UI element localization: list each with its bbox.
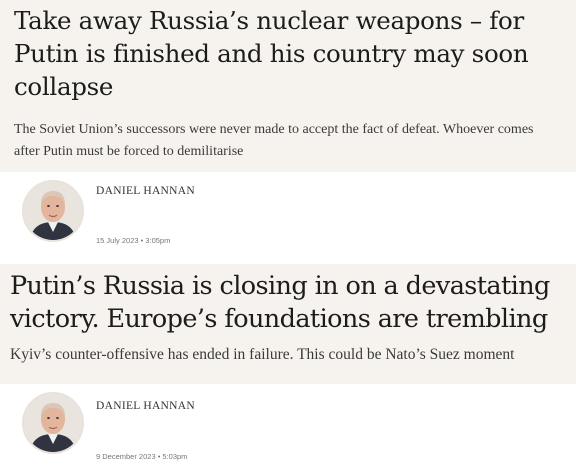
headline[interactable]: Putin’s Russia is closing in on a devast… (10, 270, 564, 336)
standfirst: Kyiv’s counter-offensive has ended in fa… (10, 346, 515, 363)
author-name[interactable]: DANIEL HANNAN (96, 400, 195, 412)
publish-timestamp: 15 July 2023 • 3:05pm (96, 236, 171, 245)
headline[interactable]: Take away Russia’s nuclear weapons – for… (14, 4, 562, 103)
standfirst: The Soviet Union’s successors were never… (14, 122, 534, 159)
article-card-1[interactable]: Take away Russia’s nuclear weapons – for… (0, 0, 576, 172)
author-avatar[interactable] (22, 392, 84, 454)
author-name[interactable]: DANIEL HANNAN (96, 185, 195, 197)
publish-timestamp: 9 December 2023 • 5:03pm (96, 452, 188, 461)
author-avatar[interactable] (22, 180, 84, 242)
article-card-2[interactable]: Putin’s Russia is closing in on a devast… (0, 264, 576, 386)
author-byline-2: DANIEL HANNAN 9 December 2023 • 5:03pm (0, 384, 576, 470)
author-byline-1: DANIEL HANNAN 15 July 2023 • 3:05pm (0, 175, 576, 261)
